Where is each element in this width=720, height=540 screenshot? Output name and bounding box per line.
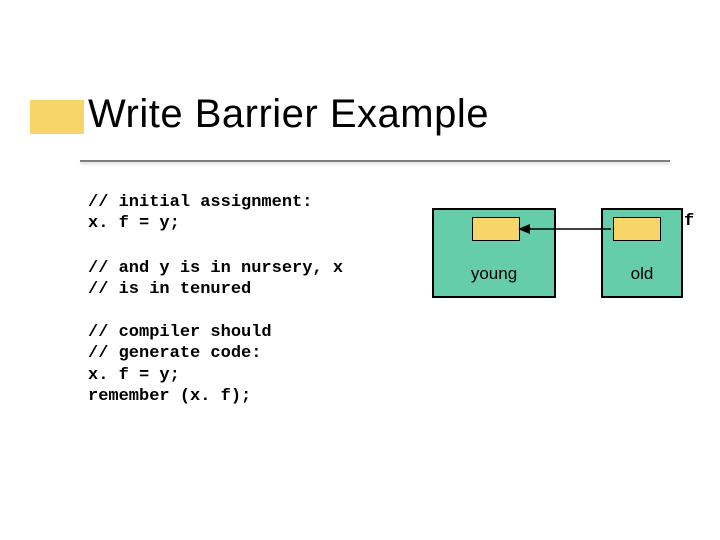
young-object [472,217,520,241]
young-gen-box: young [432,208,556,298]
old-object [613,217,661,241]
arrow-old-to-young [518,224,611,234]
code-block-initial: // initial assignment: x. f = y; [88,192,312,235]
old-label: old [603,264,681,284]
page-title: Write Barrier Example [88,92,489,137]
young-label: young [434,264,554,284]
code-block-condition: // and y is in nursery, x // is in tenur… [88,258,343,301]
pointer-label-f: f [684,212,694,231]
title-underline [80,160,670,162]
title-accent-block [30,100,84,134]
code-block-generated: // compiler should // generate code: x. … [88,322,272,407]
old-gen-box: old [601,208,683,298]
